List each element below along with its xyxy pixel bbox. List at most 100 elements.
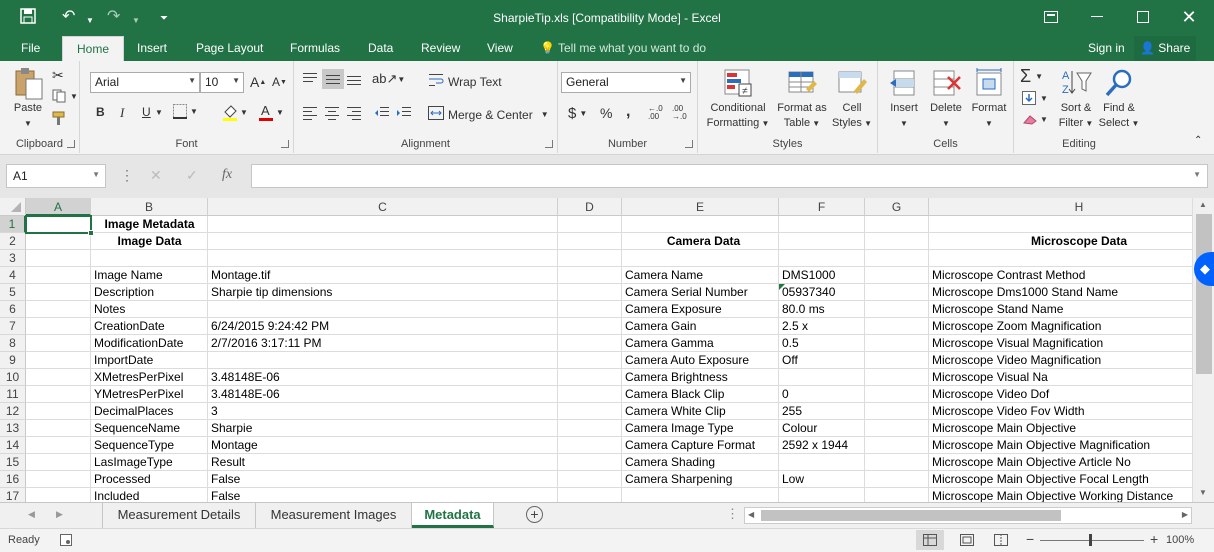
number-format-select[interactable]: General ▼ — [561, 72, 691, 93]
normal-view-icon[interactable] — [916, 530, 944, 550]
cell-c10[interactable]: 3.48148E-06 — [208, 369, 280, 386]
paste-dropdown-icon[interactable]: ▼ — [24, 119, 32, 128]
cell-e4[interactable]: Camera Name — [622, 267, 703, 284]
cell-f11[interactable]: 0 — [779, 386, 789, 403]
cell-e6[interactable]: Camera Exposure — [622, 301, 722, 318]
enter-entry-icon[interactable]: ✓ — [186, 167, 198, 184]
cell-f12[interactable]: 255 — [779, 403, 802, 420]
horizontal-scroll-thumb[interactable] — [761, 510, 1061, 521]
row-header-16[interactable]: 16 — [0, 471, 26, 488]
cell-styles-button[interactable]: Cell Styles ▼ — [830, 67, 874, 131]
sort-filter-button[interactable]: AZ Sort & Filter ▼ — [1056, 67, 1096, 131]
cell-b1[interactable]: Image Metadata — [91, 216, 208, 233]
column-header-h[interactable]: H — [929, 198, 1192, 216]
page-layout-view-icon[interactable] — [960, 534, 974, 549]
cell-e5[interactable]: Camera Serial Number — [622, 284, 748, 301]
cell-c16[interactable]: False — [208, 471, 240, 488]
spreadsheet-grid[interactable]: ABCDEFGH 1 2 3 4 5 6 7 8 9 10 11 12 13 14 15 16 17 Image… — [0, 198, 1192, 502]
cell-f4[interactable]: DMS1000 — [779, 267, 835, 284]
cell-e8[interactable]: Camera Gamma — [622, 335, 714, 352]
top-align-icon[interactable] — [302, 72, 318, 86]
expand-formula-bar-icon[interactable]: ▼ — [1193, 170, 1201, 179]
cell-e11[interactable]: Camera Black Clip — [622, 386, 724, 403]
share-button[interactable]: 👤 Share — [1134, 36, 1197, 61]
row-header-5[interactable]: 5 — [0, 284, 26, 301]
paste-button[interactable]: Paste ▼ — [8, 67, 48, 131]
tab-data[interactable]: Data — [368, 41, 393, 55]
cell-b12[interactable]: DecimalPlaces — [91, 403, 173, 420]
cell-b13[interactable]: SequenceName — [91, 420, 180, 437]
tab-file[interactable]: File — [21, 41, 40, 55]
align-right-icon[interactable] — [346, 106, 362, 120]
cell-e9[interactable]: Camera Auto Exposure — [622, 352, 749, 369]
vertical-scroll-thumb[interactable] — [1196, 214, 1212, 374]
horizontal-scrollbar[interactable]: ◀ ▶ — [744, 507, 1192, 524]
comma-button[interactable]: , — [626, 103, 630, 121]
row-header-11[interactable]: 11 — [0, 386, 26, 403]
font-color-icon[interactable]: A ▼ — [258, 103, 284, 121]
cell-e7[interactable]: Camera Gain — [622, 318, 696, 335]
cell-b16[interactable]: Processed — [91, 471, 151, 488]
formula-bar-options-icon[interactable]: ⋮ — [120, 167, 134, 184]
sheet-next-icon[interactable]: ▶ — [56, 509, 63, 520]
sheet-tab-measurement-details[interactable]: Measurement Details — [102, 503, 256, 528]
row-header-15[interactable]: 15 — [0, 454, 26, 471]
grow-font-icon[interactable]: A ▲ — [250, 74, 266, 90]
clear-icon[interactable]: ▼ — [1022, 113, 1048, 125]
cell-c4[interactable]: Montage.tif — [208, 267, 270, 284]
cell-b5[interactable]: Description — [91, 284, 154, 301]
cell-h12[interactable]: Microscope Video Fov Width — [929, 403, 1085, 420]
row-header-9[interactable]: 9 — [0, 352, 26, 369]
cell-h17[interactable]: Microscope Main Objective Working Distan… — [929, 488, 1173, 502]
zoom-level[interactable]: 100% — [1166, 534, 1194, 546]
cell-e13[interactable]: Camera Image Type — [622, 420, 734, 437]
column-header-f[interactable]: F — [779, 198, 865, 216]
underline-dropdown-icon[interactable]: ▼ — [155, 108, 163, 117]
sign-in-link[interactable]: Sign in — [1088, 41, 1125, 55]
row-header-8[interactable]: 8 — [0, 335, 26, 352]
row-header-2[interactable]: 2 — [0, 233, 26, 250]
wrap-text-button[interactable]: Wrap Text — [428, 73, 502, 90]
cell-h6[interactable]: Microscope Stand Name — [929, 301, 1063, 318]
cell-f13[interactable]: Colour — [779, 420, 817, 437]
cell-c15[interactable]: Result — [208, 454, 245, 471]
cell-b6[interactable]: Notes — [91, 301, 125, 318]
minimize-button[interactable] — [1074, 4, 1120, 30]
cell-b15[interactable]: LasImageType — [91, 454, 173, 471]
cell-c13[interactable]: Sharpie — [208, 420, 252, 437]
insert-cells-button[interactable]: Insert ▼ — [884, 67, 924, 131]
cell-h10[interactable]: Microscope Visual Na — [929, 369, 1048, 386]
column-header-b[interactable]: B — [91, 198, 208, 216]
decrease-indent-icon[interactable] — [374, 106, 390, 120]
cell-h11[interactable]: Microscope Video Dof — [929, 386, 1049, 403]
sheet-tab-metadata[interactable]: Metadata — [412, 503, 494, 528]
cell-e14[interactable]: Camera Capture Format — [622, 437, 755, 454]
scroll-right-icon[interactable]: ▶ — [1182, 510, 1188, 519]
zoom-slider[interactable] — [1040, 534, 1144, 546]
decrease-decimal-icon[interactable]: .00 →.0 — [672, 105, 687, 121]
cell-h2[interactable]: Microscope Data — [929, 233, 1192, 250]
clipboard-launcher-icon[interactable] — [67, 140, 75, 148]
name-box-dropdown-icon[interactable]: ▼ — [92, 170, 100, 179]
cell-b2[interactable]: Image Data — [91, 233, 208, 250]
macro-record-icon[interactable] — [60, 534, 72, 549]
fill-icon[interactable]: ▼ — [1022, 91, 1048, 105]
cell-e15[interactable]: Camera Shading — [622, 454, 715, 471]
name-box[interactable]: A1 ▼ — [6, 164, 106, 188]
cell-h4[interactable]: Microscope Contrast Method — [929, 267, 1085, 284]
underline-button[interactable]: U — [142, 105, 151, 119]
cell-e12[interactable]: Camera White Clip — [622, 403, 726, 420]
autosum-icon[interactable]: Σ ▼ — [1020, 66, 1043, 87]
new-sheet-icon[interactable]: + — [526, 506, 543, 523]
cell-c12[interactable]: 3 — [208, 403, 218, 420]
row-header-13[interactable]: 13 — [0, 420, 26, 437]
tab-page-layout[interactable]: Page Layout — [196, 41, 263, 55]
scroll-down-icon[interactable]: ▼ — [1199, 488, 1207, 497]
fill-color-icon[interactable]: ▼ — [222, 103, 248, 121]
percent-button[interactable]: % — [600, 105, 612, 121]
italic-button[interactable]: I — [120, 105, 124, 121]
row-header-6[interactable]: 6 — [0, 301, 26, 318]
row-header-1[interactable]: 1 — [0, 216, 26, 233]
row-header-10[interactable]: 10 — [0, 369, 26, 386]
cell-h15[interactable]: Microscope Main Objective Article No — [929, 454, 1131, 471]
